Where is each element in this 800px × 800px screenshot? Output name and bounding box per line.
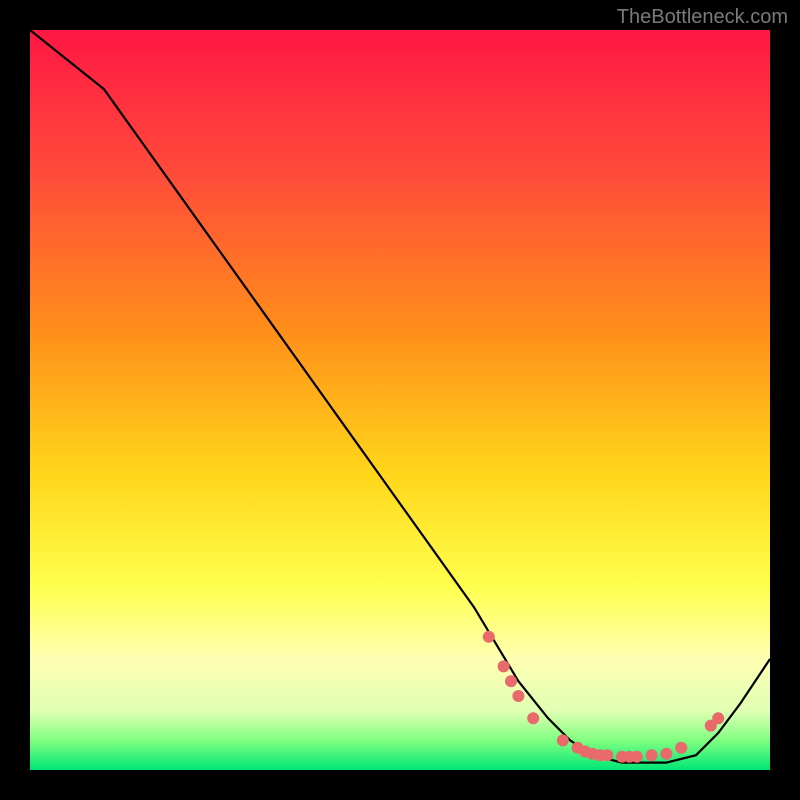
chart-container: TheBottleneck.com [0, 0, 800, 800]
data-marker [660, 748, 672, 760]
data-marker [601, 749, 613, 761]
data-marker [557, 734, 569, 746]
data-marker [646, 749, 658, 761]
data-marker [483, 631, 495, 643]
data-marker [505, 675, 517, 687]
data-marker [498, 660, 510, 672]
data-marker [527, 712, 539, 724]
data-marker [712, 712, 724, 724]
data-marker [512, 690, 524, 702]
data-marker [675, 742, 687, 754]
data-marker [631, 751, 643, 763]
attribution-text: TheBottleneck.com [617, 6, 788, 29]
plot-area [30, 30, 770, 770]
chart-svg [30, 30, 770, 770]
